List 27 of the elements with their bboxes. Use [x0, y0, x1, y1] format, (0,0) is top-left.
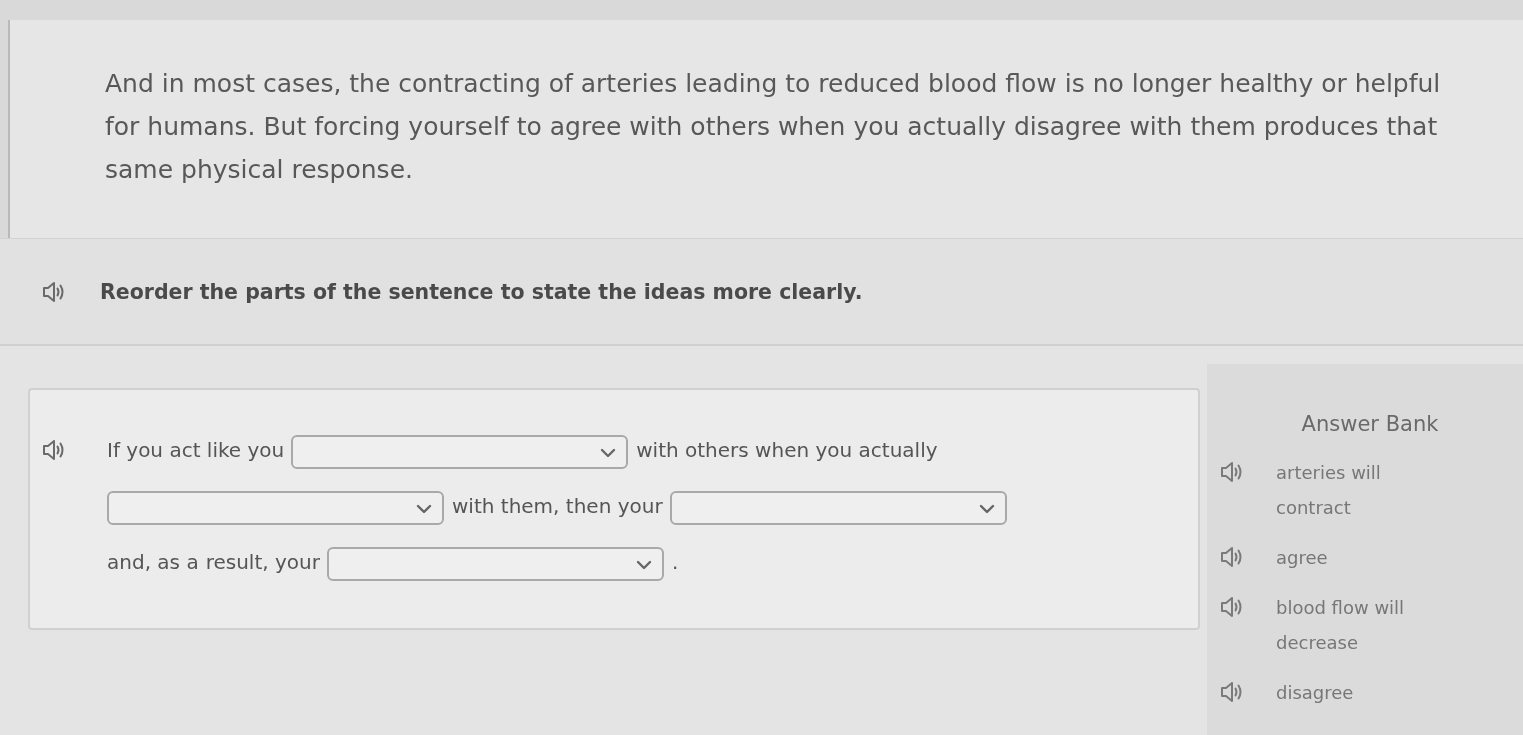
sentence-text: with others when you actually [636, 438, 938, 462]
speaker-icon[interactable] [1220, 681, 1244, 703]
sentence-text: result, your [205, 550, 320, 574]
chevron-down-icon [600, 447, 617, 458]
sentence-text: . [671, 550, 679, 574]
sentence-text: If you act like you [107, 438, 285, 462]
answer-bank-title: Answer Bank [1300, 412, 1440, 436]
speaker-icon[interactable] [1220, 596, 1244, 618]
instruction-text: Reorder the parts of the sentence to state the ideas more clearly. [100, 279, 863, 304]
answer-dropdown[interactable] [669, 490, 1007, 525]
speaker-icon[interactable] [42, 439, 66, 461]
chevron-down-icon [416, 503, 432, 514]
answer-dropdown[interactable] [291, 434, 629, 469]
passage-text: And in most cases, the contracting of arteries leading to reduced blood flow is no longer healthy or helpful for humans. But forcing yourself to agree with others when you actually disagree with them produces that same physical response. [105, 68, 1442, 186]
answer-choice[interactable]: arteries will contract [1220, 455, 1450, 525]
chevron-down-icon [635, 559, 652, 570]
sentence-text: with them, then your [452, 494, 663, 518]
chevron-down-icon [978, 503, 995, 514]
answer-choice[interactable]: disagree [1220, 675, 1450, 710]
speaker-icon[interactable] [42, 280, 66, 303]
speaker-icon[interactable] [1220, 461, 1244, 483]
speaker-icon[interactable] [1220, 546, 1244, 568]
sentence-text: and, as a [107, 550, 199, 574]
answer-choice[interactable]: blood flow will decrease [1220, 590, 1450, 660]
answer-choice[interactable]: agree [1220, 540, 1450, 575]
answer-dropdown[interactable] [107, 490, 444, 525]
answer-dropdown[interactable] [326, 546, 664, 581]
